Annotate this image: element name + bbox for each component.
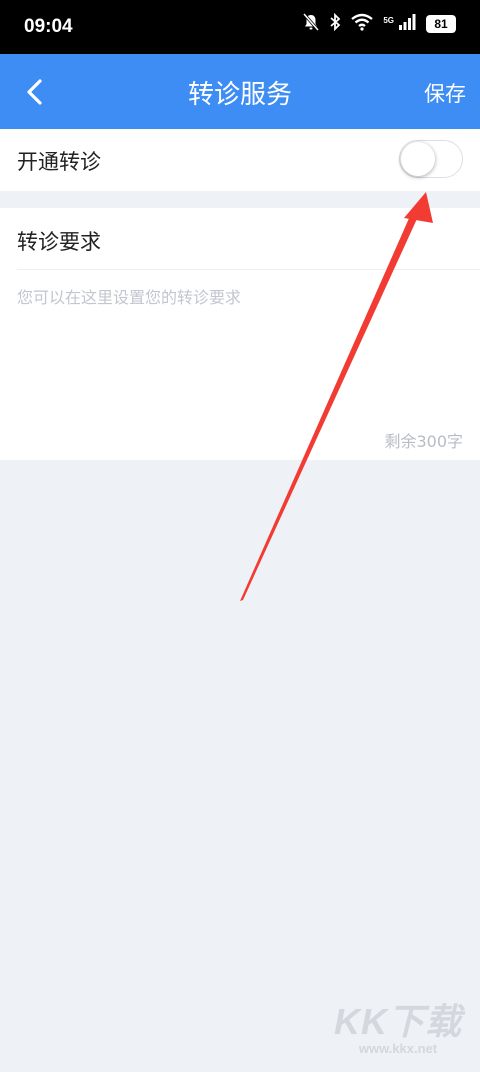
battery-icon: 81 <box>426 15 456 33</box>
divider <box>17 269 480 270</box>
watermark: KK下载 www.kkx.net <box>334 993 462 1056</box>
requirements-title: 转诊要求 <box>17 230 101 254</box>
requirements-card: 转诊要求 剩余300字 <box>0 208 480 460</box>
watermark-logo: KK下载 <box>334 1001 462 1042</box>
remaining-char-count: 剩余300字 <box>384 432 463 451</box>
referral-toggle-label: 开通转诊 <box>17 150 101 174</box>
requirements-input[interactable] <box>17 284 463 414</box>
save-button[interactable]: 保存 <box>424 78 466 108</box>
bell-muted-icon <box>303 13 320 35</box>
network-type-label: 5G <box>383 15 394 25</box>
page-title: 转诊服务 <box>187 80 292 110</box>
bluetooth-icon <box>329 12 341 35</box>
referral-toggle-row: 开通转诊 <box>0 129 480 191</box>
wifi-icon <box>351 13 374 35</box>
switch-knob <box>401 142 435 176</box>
signal-icon <box>398 13 416 35</box>
status-time: 09:04 <box>24 16 73 37</box>
referral-toggle-switch[interactable] <box>399 140 463 178</box>
nav-bar: 转诊服务 保存 <box>0 54 480 129</box>
status-icons: 5G 81 <box>303 12 456 35</box>
status-bar: 09:04 5G 81 <box>0 0 480 54</box>
